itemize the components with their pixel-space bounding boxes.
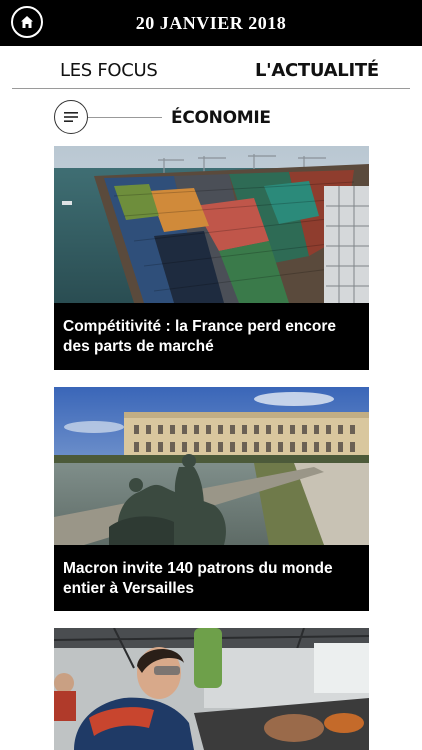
tab-bar: LES FOCUS L'ACTUALITÉ — [0, 46, 422, 88]
tab-actualite[interactable]: L'ACTUALITÉ — [255, 60, 379, 81]
top-bar: 20 JANVIER 2018 — [0, 0, 422, 46]
home-icon — [21, 16, 33, 28]
article-title[interactable]: Compétitivité : la France perd encore de… — [54, 303, 369, 370]
article-card[interactable] — [54, 628, 369, 750]
date-title: 20 JANVIER 2018 — [135, 12, 287, 33]
container-port-photo — [54, 146, 369, 303]
tab-les-focus[interactable]: LES FOCUS — [60, 60, 158, 81]
article-card[interactable]: Macron invite 140 patrons du monde entie… — [54, 387, 369, 611]
article-card[interactable]: Compétitivité : la France perd encore de… — [54, 146, 369, 370]
section-menu-button[interactable] — [54, 100, 88, 134]
section-title: ÉCONOMIE — [171, 108, 271, 128]
home-button[interactable] — [11, 6, 43, 38]
tabs-divider — [12, 88, 410, 89]
versailles-palace-photo — [54, 387, 369, 545]
menu-lines-icon — [64, 112, 78, 122]
section-header: ÉCONOMIE — [0, 100, 422, 136]
section-divider-line — [88, 117, 162, 118]
industrial-workers-photo — [54, 628, 369, 750]
article-title[interactable]: Macron invite 140 patrons du monde entie… — [54, 545, 369, 611]
